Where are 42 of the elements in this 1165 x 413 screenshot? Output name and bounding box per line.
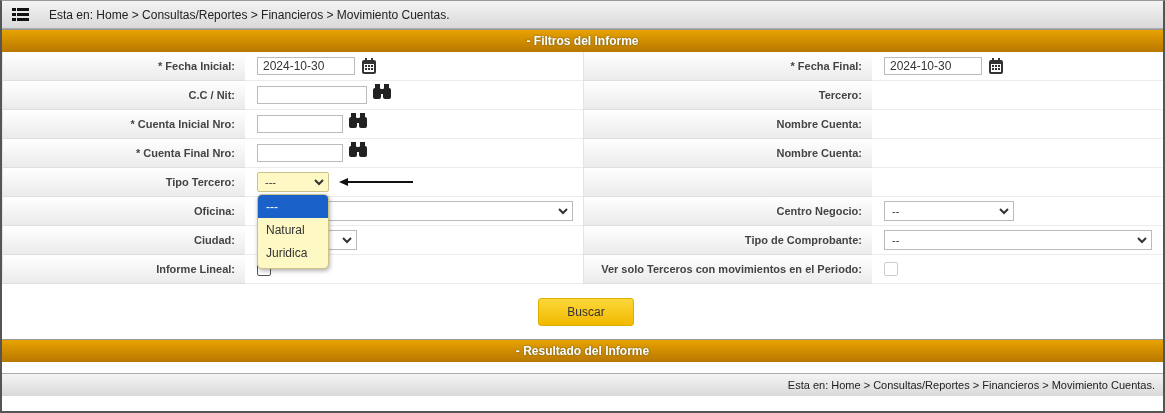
field-label: Tipo de Comprobante:: [583, 226, 872, 255]
field-label: Informe Lineal:: [2, 255, 245, 284]
select-field[interactable]: --: [884, 230, 1152, 250]
text-field[interactable]: [257, 144, 343, 162]
field-label: Nombre Cuenta:: [583, 110, 872, 139]
dropdown-option[interactable]: Juridica: [258, 241, 328, 264]
list-menu-icon[interactable]: [12, 7, 29, 22]
field-label: Nombre Cuenta:: [583, 139, 872, 168]
chevron-down-icon: [1137, 236, 1147, 244]
calendar-icon[interactable]: [988, 57, 1004, 75]
binoculars-icon[interactable]: [349, 141, 367, 158]
select-field[interactable]: ---: [257, 172, 329, 192]
breadcrumb: Esta en: Home > Consultas/Reportes > Financieros > Movimiento Cuentas.: [787, 379, 1155, 391]
field-label: Ciudad:: [2, 226, 245, 255]
field-label: * Cuenta Final Nro:: [2, 139, 245, 168]
field-label: Ver solo Terceros con movimientos en el Periodo:: [583, 255, 872, 284]
dropdown-option[interactable]: Natural: [258, 218, 328, 241]
field-label: * Fecha Inicial:: [2, 52, 245, 81]
binoculars-icon[interactable]: [373, 83, 391, 100]
text-field[interactable]: [257, 86, 367, 104]
breadcrumb: Esta en: Home > Consultas/Reportes > Financieros > Movimiento Cuentas.: [49, 7, 450, 22]
select-field[interactable]: --: [884, 201, 1014, 221]
chevron-down-icon: [558, 207, 568, 215]
field-label: C.C / Nit:: [2, 81, 245, 110]
section-header: - Filtros del Informe: [2, 29, 1163, 52]
binoculars-icon[interactable]: [349, 112, 367, 129]
field-label: Tercero:: [583, 81, 872, 110]
dropdown-option[interactable]: ---: [258, 195, 328, 218]
chevron-down-icon: [999, 207, 1009, 215]
date-field[interactable]: 2024-10-30: [884, 57, 982, 75]
section-header: - Resultado del Informe: [2, 339, 1163, 362]
field-label: * Cuenta Inicial Nro:: [2, 110, 245, 139]
chevron-down-icon: [342, 236, 352, 244]
field-label: Centro Negocio:: [583, 197, 872, 226]
chevron-down-icon: [314, 178, 324, 186]
field-label: * Fecha Final:: [583, 52, 872, 81]
field-label: Oficina:: [2, 197, 245, 226]
calendar-icon[interactable]: [361, 57, 377, 75]
field-label: Tipo Tercero:: [2, 168, 245, 197]
text-field[interactable]: [257, 115, 343, 133]
search-button[interactable]: Buscar: [538, 297, 634, 326]
date-field[interactable]: 2024-10-30: [257, 57, 355, 75]
